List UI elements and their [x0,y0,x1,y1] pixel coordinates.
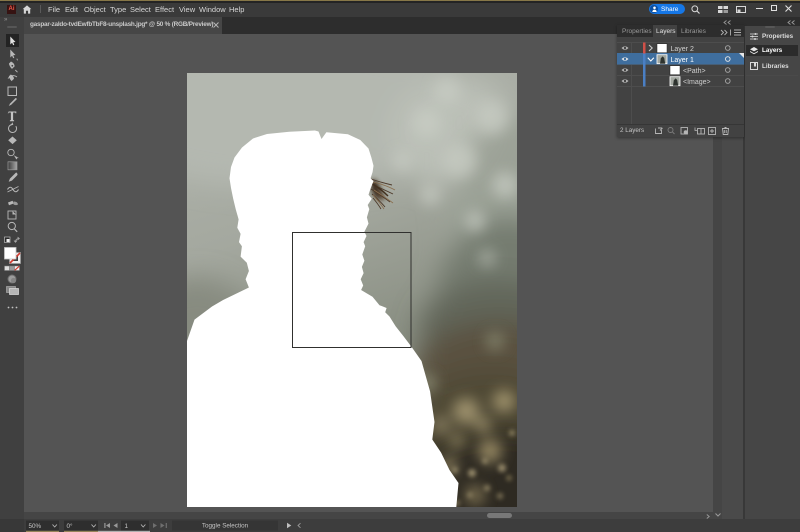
svg-text:<Image>: <Image> [683,79,711,86]
svg-text:1: 1 [125,523,129,530]
svg-text:Toggle Selection: Toggle Selection [202,523,249,530]
svg-text:Layer 2: Layer 2 [671,46,694,53]
svg-text:<Path>: <Path> [683,68,706,75]
svg-text:Layer 1: Layer 1 [671,57,694,64]
svg-text:50%: 50% [29,523,42,530]
svg-text:0°: 0° [67,522,74,530]
